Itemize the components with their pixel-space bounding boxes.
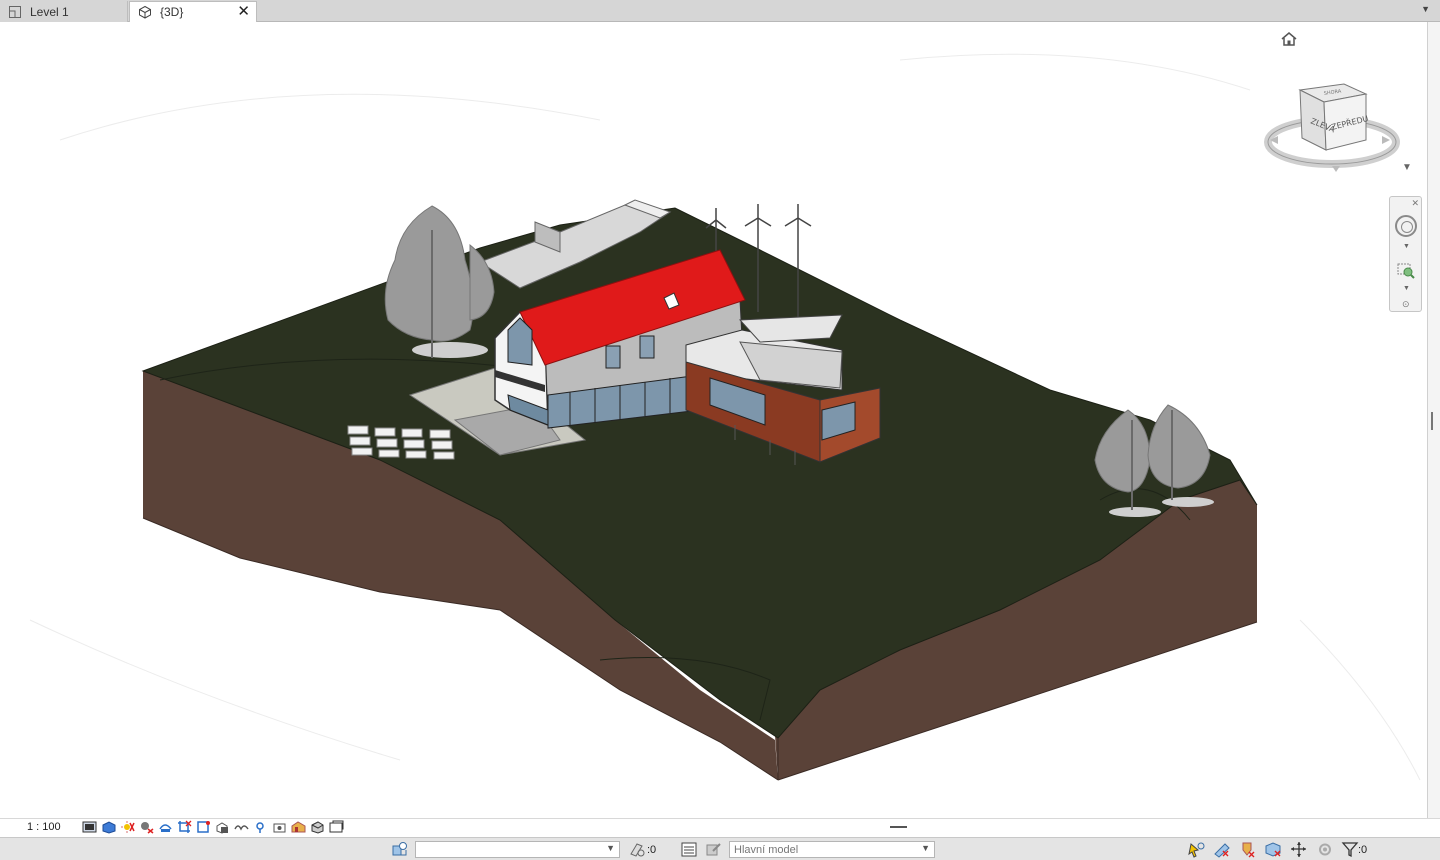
reveal-hidden-icon[interactable] — [253, 820, 268, 834]
select-pinned-icon[interactable] — [1238, 841, 1256, 858]
show-crop-region-icon[interactable] — [196, 820, 211, 834]
shadows-icon[interactable] — [139, 820, 154, 834]
editing-requests-icon[interactable] — [628, 841, 646, 858]
viewcube-menu-icon[interactable]: ▼ — [1402, 162, 1412, 173]
lock-3d-view-icon[interactable] — [215, 820, 230, 834]
view-scale[interactable]: 1 : 100 — [27, 821, 61, 833]
floor-plan-icon — [8, 5, 22, 19]
steering-wheel-icon[interactable] — [1395, 215, 1417, 237]
chevron-down-icon[interactable]: ▼ — [1403, 243, 1410, 250]
select-by-face-icon[interactable] — [1264, 841, 1282, 858]
3d-viewport[interactable]: ZLEVA ZEPŘEDU SHORA ▼ ✕ ▼ ▼ ⊙ — [0, 22, 1428, 818]
select-underlay-icon[interactable] — [1213, 841, 1231, 858]
analytical-model-icon[interactable] — [310, 820, 325, 834]
active-design-option-dropdown[interactable]: Hlavní model ▼ — [729, 841, 935, 858]
chevron-down-icon[interactable]: ▼ — [1403, 285, 1410, 292]
view-control-bar: 1 : 100 — [0, 818, 1440, 836]
filter-icon[interactable] — [1341, 841, 1359, 858]
temporary-view-properties-icon[interactable] — [272, 820, 287, 834]
close-icon[interactable]: ✕ — [1411, 198, 1419, 209]
design-options-edit-icon[interactable] — [705, 841, 723, 858]
tab-3d[interactable]: {3D} ✕ — [129, 1, 257, 22]
visual-style-icon[interactable] — [101, 820, 116, 834]
chevron-down-icon[interactable]: ▼ — [921, 843, 930, 853]
zoom-region-icon[interactable] — [1397, 263, 1415, 279]
vertical-scrollbar[interactable] — [1428, 22, 1440, 818]
detail-level-icon[interactable] — [82, 820, 97, 834]
active-model-label: Hlavní model — [734, 843, 799, 856]
workset-dropdown[interactable]: ▼ — [415, 841, 620, 858]
3d-view-icon — [138, 5, 152, 19]
chevron-down-icon[interactable]: ▼ — [606, 843, 615, 853]
navbar-options-icon[interactable]: ⊙ — [1402, 299, 1410, 310]
select-links-icon[interactable] — [1188, 841, 1206, 858]
tab-label: Level 1 — [30, 4, 69, 19]
close-icon[interactable]: ✕ — [237, 4, 250, 20]
temporary-hide-icon[interactable] — [234, 820, 249, 834]
editing-requests-count: :0 — [647, 843, 657, 856]
worksharing-display-icon[interactable] — [291, 820, 306, 834]
highlight-displacement-icon[interactable] — [329, 820, 344, 834]
navigation-bar: ✕ ▼ ▼ ⊙ — [1389, 196, 1422, 312]
filter-count: :0 — [1358, 843, 1368, 856]
background-processes-icon[interactable] — [1316, 841, 1334, 858]
home-view-icon[interactable] — [1280, 30, 1298, 48]
resize-handle[interactable] — [890, 826, 907, 828]
3d-model-scene — [29, 53, 1421, 781]
sun-path-icon[interactable] — [120, 820, 135, 834]
crop-view-icon[interactable] — [177, 820, 192, 834]
view-tab-bar: Level 1 {3D} ✕ ▼ — [0, 0, 1440, 22]
show-rendering-icon[interactable] — [158, 820, 173, 834]
status-bar: ▼ :0 Hlavní model ▼ :0 — [0, 837, 1440, 860]
worksets-icon[interactable] — [391, 841, 409, 858]
design-options-icon[interactable] — [680, 841, 698, 858]
view-control-icons — [82, 820, 344, 836]
scrollbar-grip[interactable] — [1431, 412, 1436, 430]
tab-label: {3D} — [160, 5, 184, 19]
viewcube[interactable]: ZLEVA ZEPŘEDU SHORA — [1262, 80, 1402, 180]
tab-list-dropdown-icon[interactable]: ▼ — [1421, 4, 1430, 14]
drag-elements-icon[interactable] — [1290, 841, 1308, 858]
tab-level-1[interactable]: Level 1 — [0, 1, 128, 22]
